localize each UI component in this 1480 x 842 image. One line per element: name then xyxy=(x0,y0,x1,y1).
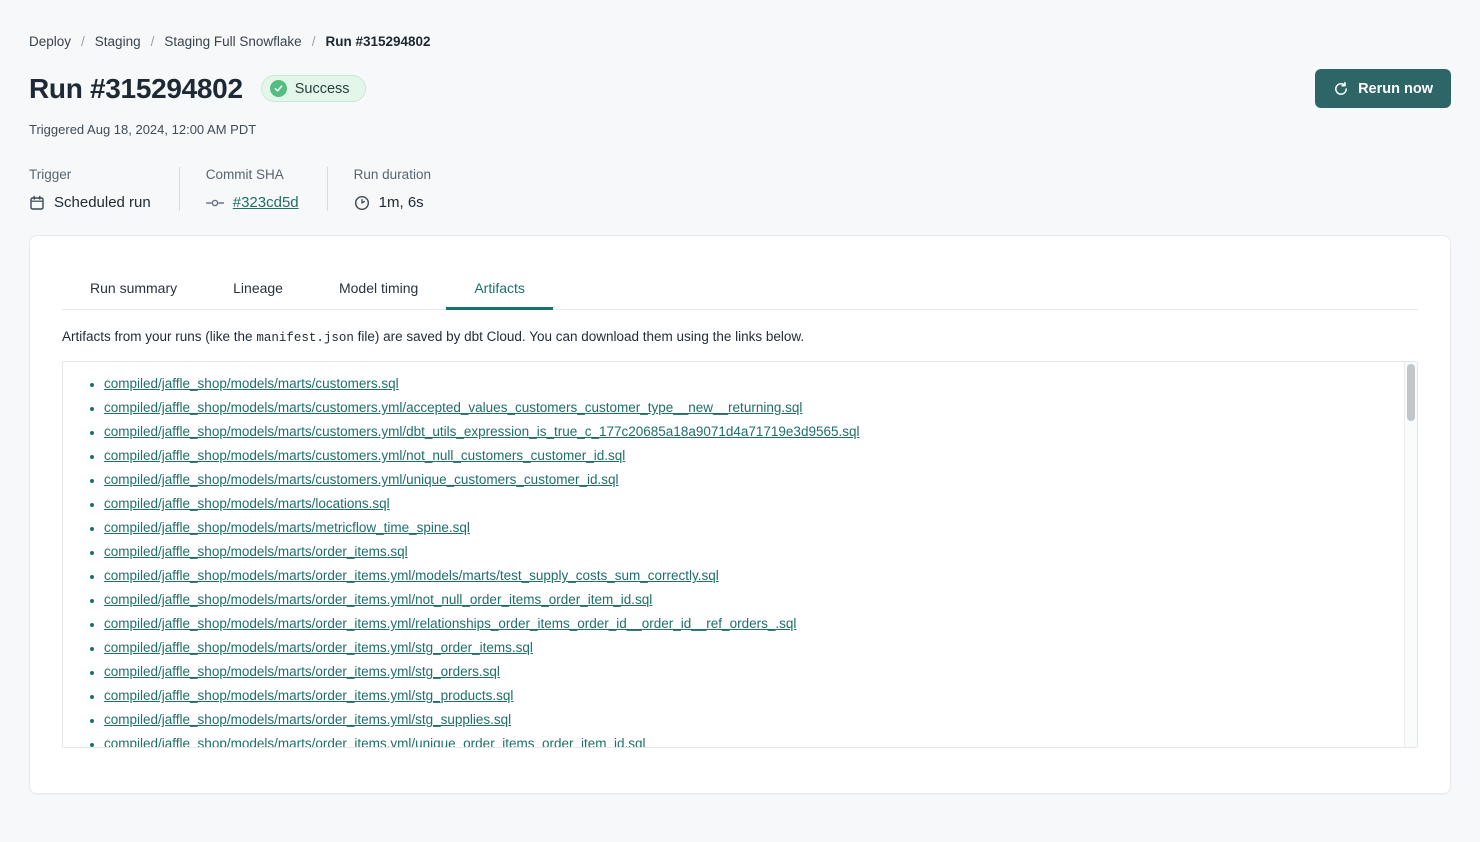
tab-run-summary[interactable]: Run summary xyxy=(62,270,205,309)
meta-trigger-value: Scheduled run xyxy=(54,194,151,211)
artifact-file-link[interactable]: compiled/jaffle_shop/models/marts/order_… xyxy=(104,592,652,607)
triggered-timestamp: Triggered Aug 18, 2024, 12:00 AM PDT xyxy=(29,122,1451,137)
meta-duration-label: Run duration xyxy=(354,167,431,182)
artifacts-list: compiled/jaffle_shop/models/marts/custom… xyxy=(63,376,1417,748)
breadcrumb-item-staging[interactable]: Staging xyxy=(95,34,141,49)
artifact-list-item: compiled/jaffle_shop/models/marts/locati… xyxy=(104,496,1387,511)
breadcrumb-separator: / xyxy=(312,34,316,49)
status-badge: Success xyxy=(261,75,366,102)
artifact-list-item: compiled/jaffle_shop/models/marts/order_… xyxy=(104,592,1387,607)
meta-commit-label: Commit SHA xyxy=(206,167,299,182)
artifact-list-item: compiled/jaffle_shop/models/marts/order_… xyxy=(104,616,1387,631)
artifact-file-link[interactable]: compiled/jaffle_shop/models/marts/locati… xyxy=(104,496,390,511)
refresh-icon xyxy=(1333,81,1349,97)
artifact-file-link[interactable]: compiled/jaffle_shop/models/marts/custom… xyxy=(104,472,618,487)
meta-trigger: Trigger Scheduled run xyxy=(29,167,179,211)
status-badge-label: Success xyxy=(295,81,350,97)
breadcrumb: Deploy / Staging / Staging Full Snowflak… xyxy=(29,34,1451,49)
breadcrumb-item-deploy[interactable]: Deploy xyxy=(29,34,71,49)
artifact-file-link[interactable]: compiled/jaffle_shop/models/marts/custom… xyxy=(104,448,625,463)
artifact-list-item: compiled/jaffle_shop/models/marts/custom… xyxy=(104,448,1387,463)
artifacts-list-container: compiled/jaffle_shop/models/marts/custom… xyxy=(62,361,1418,748)
artifact-list-item: compiled/jaffle_shop/models/marts/order_… xyxy=(104,640,1387,655)
artifact-file-link[interactable]: compiled/jaffle_shop/models/marts/custom… xyxy=(104,400,802,415)
artifact-list-item: compiled/jaffle_shop/models/marts/order_… xyxy=(104,712,1387,727)
meta-duration-value: 1m, 6s xyxy=(379,194,424,211)
artifact-file-link[interactable]: compiled/jaffle_shop/models/marts/order_… xyxy=(104,712,511,727)
tab-lineage[interactable]: Lineage xyxy=(205,270,311,309)
commit-sha-link[interactable]: #323cd5d xyxy=(233,194,299,211)
artifacts-description: Artifacts from your runs (like the manif… xyxy=(62,329,1418,345)
artifact-file-link[interactable]: compiled/jaffle_shop/models/marts/order_… xyxy=(104,664,500,679)
artifact-list-item: compiled/jaffle_shop/models/marts/order_… xyxy=(104,544,1387,559)
artifact-list-item: compiled/jaffle_shop/models/marts/custom… xyxy=(104,376,1387,391)
tab-bar: Run summary Lineage Model timing Artifac… xyxy=(62,270,1418,310)
calendar-icon xyxy=(29,195,45,211)
breadcrumb-separator: / xyxy=(151,34,155,49)
run-detail-card: Run summary Lineage Model timing Artifac… xyxy=(29,235,1451,794)
tab-artifacts[interactable]: Artifacts xyxy=(446,270,553,310)
artifact-file-link[interactable]: compiled/jaffle_shop/models/marts/custom… xyxy=(104,376,399,391)
run-detail-page: Deploy / Staging / Staging Full Snowflak… xyxy=(0,0,1480,794)
artifact-list-item: compiled/jaffle_shop/models/marts/order_… xyxy=(104,736,1387,748)
run-meta: Trigger Scheduled run Commit SHA #323cd5… xyxy=(29,167,1451,211)
breadcrumb-current-run: Run #315294802 xyxy=(325,34,430,49)
artifact-file-link[interactable]: compiled/jaffle_shop/models/marts/order_… xyxy=(104,640,533,655)
scrollbar-track[interactable] xyxy=(1404,362,1417,747)
breadcrumb-separator: / xyxy=(81,34,85,49)
clock-icon xyxy=(354,195,370,211)
artifact-file-link[interactable]: compiled/jaffle_shop/models/marts/order_… xyxy=(104,544,408,559)
manifest-json-code: manifest.json xyxy=(256,331,354,345)
rerun-now-button[interactable]: Rerun now xyxy=(1315,69,1451,108)
artifact-list-item: compiled/jaffle_shop/models/marts/order_… xyxy=(104,568,1387,583)
meta-commit-sha: Commit SHA #323cd5d xyxy=(179,167,327,211)
git-commit-icon xyxy=(206,197,224,209)
artifact-list-item: compiled/jaffle_shop/models/marts/custom… xyxy=(104,424,1387,439)
artifact-list-item: compiled/jaffle_shop/models/marts/custom… xyxy=(104,400,1387,415)
artifact-file-link[interactable]: compiled/jaffle_shop/models/marts/metric… xyxy=(104,520,470,535)
meta-run-duration: Run duration 1m, 6s xyxy=(327,167,459,211)
artifact-file-link[interactable]: compiled/jaffle_shop/models/marts/order_… xyxy=(104,736,646,748)
breadcrumb-item-environment[interactable]: Staging Full Snowflake xyxy=(164,34,301,49)
artifact-list-item: compiled/jaffle_shop/models/marts/custom… xyxy=(104,472,1387,487)
artifact-file-link[interactable]: compiled/jaffle_shop/models/marts/order_… xyxy=(104,616,796,631)
artifact-file-link[interactable]: compiled/jaffle_shop/models/marts/order_… xyxy=(104,688,513,703)
run-header: Run #315294802 Success Rerun now xyxy=(29,69,1451,108)
artifact-file-link[interactable]: compiled/jaffle_shop/models/marts/custom… xyxy=(104,424,860,439)
scrollbar-thumb[interactable] xyxy=(1407,364,1415,421)
artifact-file-link[interactable]: compiled/jaffle_shop/models/marts/order_… xyxy=(104,568,719,583)
artifact-list-item: compiled/jaffle_shop/models/marts/order_… xyxy=(104,688,1387,703)
tab-model-timing[interactable]: Model timing xyxy=(311,270,446,309)
artifact-list-item: compiled/jaffle_shop/models/marts/order_… xyxy=(104,664,1387,679)
page-title: Run #315294802 xyxy=(29,73,243,105)
artifact-list-item: compiled/jaffle_shop/models/marts/metric… xyxy=(104,520,1387,535)
meta-trigger-label: Trigger xyxy=(29,167,151,182)
success-check-icon xyxy=(270,80,287,97)
